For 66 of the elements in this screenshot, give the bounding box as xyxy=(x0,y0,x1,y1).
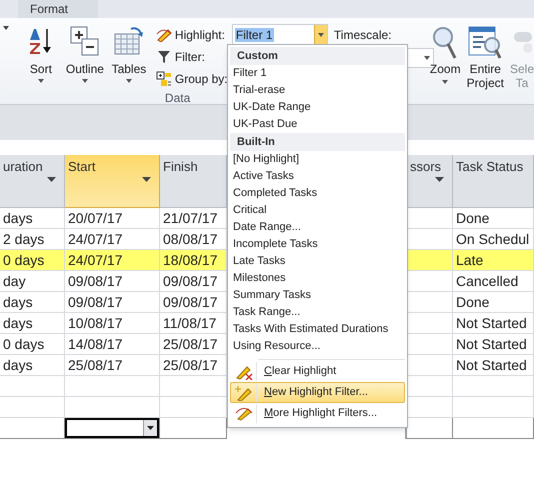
project-zoom-icon xyxy=(468,26,502,60)
menu-item[interactable]: UK-Past Due xyxy=(230,116,405,133)
menu-item[interactable]: Task Range... xyxy=(230,304,405,321)
menu-item[interactable]: Tasks With Estimated Durations xyxy=(230,321,405,338)
sort-button[interactable]: Sort xyxy=(20,24,61,104)
caret-icon xyxy=(424,56,430,60)
caret-icon xyxy=(147,426,154,430)
outline-button[interactable]: Outline xyxy=(64,24,105,104)
highlighter-icon xyxy=(156,28,172,42)
filter-arrow-icon xyxy=(142,177,151,182)
menu-item[interactable]: Filter 1 xyxy=(230,65,405,82)
highlight-combobox[interactable]: Filter 1 xyxy=(232,24,328,45)
group-by-icon xyxy=(156,70,172,86)
menu-item[interactable]: New Highlight Filter... xyxy=(230,382,405,403)
group-by-label: Group by: xyxy=(174,70,229,88)
filter-label: Filter: xyxy=(174,48,206,66)
timescale-label: Timescale: xyxy=(334,27,392,42)
table-cell: days xyxy=(0,355,65,376)
menu-item[interactable]: Trial-erase xyxy=(230,82,405,99)
filter-arrow-icon xyxy=(435,177,444,182)
table-cell xyxy=(0,397,65,418)
highlight-label: Highlight: xyxy=(174,26,226,44)
menu-item[interactable]: UK-Date Range xyxy=(230,99,405,116)
highlighter-icon xyxy=(234,384,252,400)
group-label: Data xyxy=(164,90,190,107)
menu-item[interactable]: Active Tasks xyxy=(230,168,405,185)
column-header[interactable]: ssors xyxy=(405,155,453,208)
menu-item[interactable]: Completed Tasks xyxy=(230,185,405,202)
menu-item[interactable]: Clear Highlight xyxy=(230,361,405,382)
caret-icon xyxy=(318,32,324,36)
menu-item[interactable]: [No Highlight] xyxy=(230,151,405,168)
table-cell: 25/08/17 xyxy=(65,355,160,376)
sort-icon xyxy=(28,28,54,56)
table-icon xyxy=(114,26,144,56)
cell-dropdown[interactable] xyxy=(65,418,159,438)
table-cell: Not Started xyxy=(453,355,534,376)
entire-button[interactable]: Entire Project xyxy=(466,24,504,104)
menu-section-heading: Built-In xyxy=(230,133,405,151)
highlighter-icon xyxy=(234,406,252,422)
menu-item[interactable]: Incomplete Tasks xyxy=(230,236,405,253)
menu-item[interactable]: Late Tasks xyxy=(230,253,405,270)
menu-item[interactable]: Date Range... xyxy=(230,219,405,236)
menu-item[interactable]: Critical xyxy=(230,202,405,219)
outline-icon xyxy=(70,26,100,56)
caret-icon[interactable] xyxy=(3,26,9,30)
column-header[interactable]: Task Status xyxy=(453,155,534,208)
menu-item[interactable]: Using Resource... xyxy=(230,338,405,355)
highlighter-icon xyxy=(234,364,252,380)
caret-icon xyxy=(442,80,448,84)
ribbon-tab[interactable]: Format xyxy=(18,0,98,18)
menu-item[interactable]: Summary Tasks xyxy=(230,287,405,304)
table-cell xyxy=(0,376,65,397)
column-header[interactable]: uration xyxy=(0,155,65,208)
column-header[interactable]: Start xyxy=(65,155,160,208)
menu-item[interactable]: More Highlight Filters... xyxy=(230,403,405,424)
zoom-button[interactable]: Zoom xyxy=(430,24,461,104)
column-header[interactable]: Finish xyxy=(160,155,227,208)
caret-icon xyxy=(38,79,44,83)
filter-arrow-icon xyxy=(47,177,56,182)
caret-icon xyxy=(82,79,88,83)
menu-section-heading: Custom xyxy=(230,47,405,65)
magnifier-icon xyxy=(432,26,458,60)
caret-icon xyxy=(126,79,132,83)
menu-item[interactable]: Milestones xyxy=(230,270,405,287)
funnel-icon xyxy=(156,50,171,64)
tables-button[interactable]: Tables xyxy=(108,24,149,104)
